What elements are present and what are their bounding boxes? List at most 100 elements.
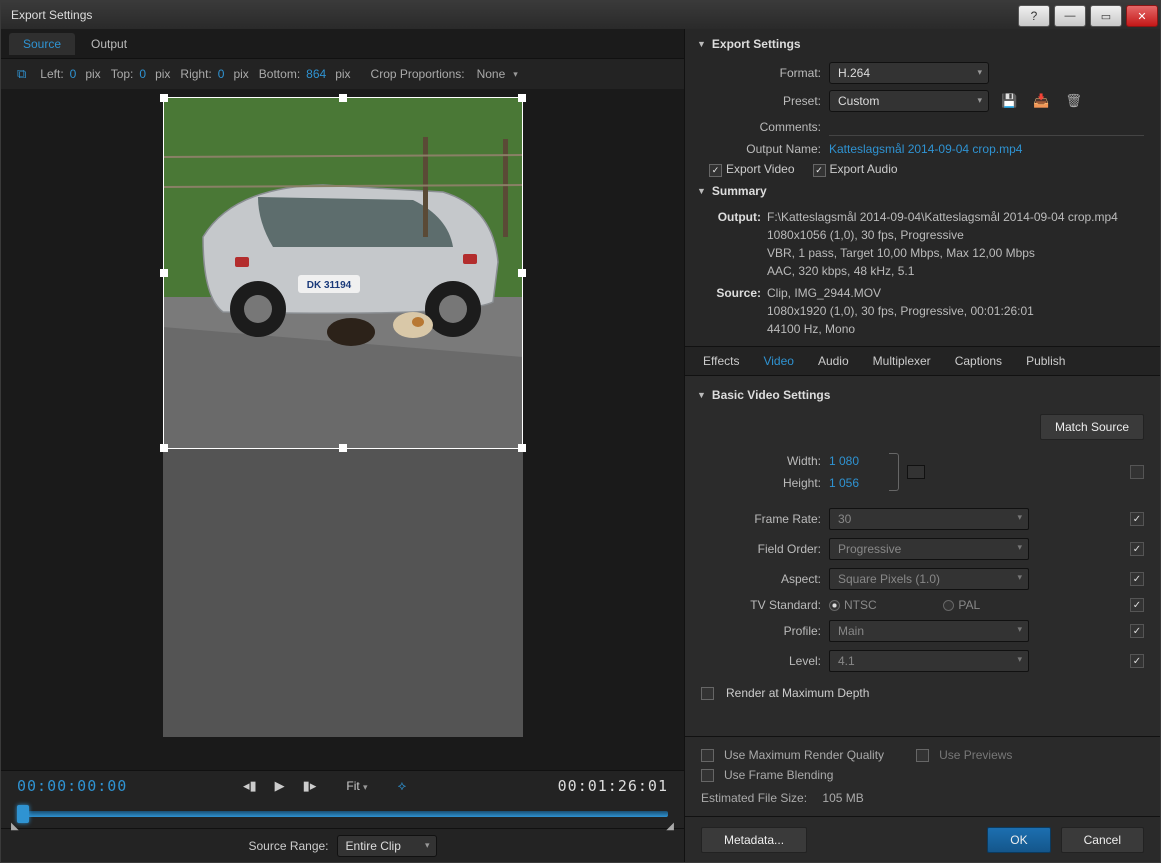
crop-bottom-value[interactable]: 864 <box>306 67 326 81</box>
current-timecode[interactable]: 00:00:00:00 <box>17 777 127 795</box>
aspect-dropdown[interactable]: Square Pixels (1.0) <box>829 568 1029 590</box>
dim-match-checkbox[interactable] <box>1130 465 1144 479</box>
import-preset-icon[interactable]: 📥 <box>1029 91 1053 111</box>
tab-source[interactable]: Source <box>9 33 75 55</box>
titlebar[interactable]: Export Settings ? — ▭ ✕ <box>1 1 1160 29</box>
filesize-label: Estimated File Size: <box>701 791 807 805</box>
ok-button[interactable]: OK <box>987 827 1050 853</box>
crop-handle-bl[interactable] <box>160 444 168 452</box>
crop-handle-tc[interactable] <box>339 94 347 102</box>
export-audio-label: Export Audio <box>830 162 898 176</box>
width-value[interactable]: 1 080 <box>829 454 869 468</box>
crop-left-unit: pix <box>85 67 100 81</box>
crop-handle-br[interactable] <box>518 444 526 452</box>
crop-handle-tr[interactable] <box>518 94 526 102</box>
maxdepth-checkbox[interactable] <box>701 687 714 700</box>
summary-source-text: Clip, IMG_2944.MOV 1080x1920 (1,0), 30 f… <box>767 284 1034 338</box>
minimize-button[interactable]: — <box>1054 5 1086 27</box>
comments-input[interactable] <box>829 118 1144 136</box>
settings-pane: ▼ Export Settings Format: H.264 Preset: … <box>685 29 1160 862</box>
crop-right-label: Right: <box>180 67 211 81</box>
timeline-track[interactable]: ◣ ◢ <box>17 811 668 817</box>
tab-publish[interactable]: Publish <box>1016 350 1075 372</box>
export-audio-checkbox[interactable] <box>813 164 826 177</box>
fieldorder-match-checkbox[interactable] <box>1130 542 1144 556</box>
crop-icon[interactable]: ⧉ <box>13 64 30 84</box>
previews-checkbox[interactable] <box>916 749 929 762</box>
help-button[interactable]: ? <box>1018 5 1050 27</box>
export-video-checkbox[interactable] <box>709 164 722 177</box>
preset-label: Preset: <box>701 94 821 108</box>
metadata-button[interactable]: Metadata... <box>701 827 807 853</box>
match-source-button[interactable]: Match Source <box>1040 414 1144 440</box>
crop-proportions-dropdown[interactable]: None▾ <box>471 65 524 83</box>
aspect-match-checkbox[interactable] <box>1130 572 1144 586</box>
crop-left-label: Left: <box>40 67 63 81</box>
source-range-dropdown[interactable]: Entire Clip <box>337 835 437 857</box>
preset-dropdown[interactable]: Custom <box>829 90 989 112</box>
outputname-label: Output Name: <box>701 142 821 156</box>
timeline[interactable]: ◣ ◢ <box>1 800 684 828</box>
tvstd-match-checkbox[interactable] <box>1130 598 1144 612</box>
outputname-link[interactable]: Katteslagsmål 2014-09-04 crop.mp4 <box>829 142 1022 156</box>
window-title: Export Settings <box>11 8 92 22</box>
tab-effects[interactable]: Effects <box>693 350 749 372</box>
play-button-icon[interactable]: ▶ <box>271 776 289 796</box>
crop-handle-bc[interactable] <box>339 444 347 452</box>
summary-output-label: Output: <box>701 208 761 280</box>
crop-bottom-label: Bottom: <box>259 67 300 81</box>
pal-radio[interactable] <box>943 600 954 611</box>
crop-handle-ml[interactable] <box>160 269 168 277</box>
crop-handle-tl[interactable] <box>160 94 168 102</box>
profile-match-checkbox[interactable] <box>1130 624 1144 638</box>
tab-video[interactable]: Video <box>753 350 803 372</box>
tab-captions[interactable]: Captions <box>945 350 1012 372</box>
tab-output[interactable]: Output <box>77 33 141 55</box>
maxrender-label: Use Maximum Render Quality <box>724 748 884 762</box>
fieldorder-dropdown[interactable]: Progressive <box>829 538 1029 560</box>
level-dropdown[interactable]: 4.1 <box>829 650 1029 672</box>
height-value[interactable]: 1 056 <box>829 476 869 490</box>
crop-bottom-unit: pix <box>335 67 350 81</box>
profile-dropdown[interactable]: Main <box>829 620 1029 642</box>
link-toggle[interactable] <box>907 465 925 479</box>
crop-rect[interactable] <box>163 97 523 449</box>
preview-image[interactable]: DK 31194 <box>163 97 523 737</box>
comments-label: Comments: <box>701 120 821 134</box>
format-label: Format: <box>701 66 821 80</box>
frameblend-checkbox[interactable] <box>701 769 714 782</box>
crop-right-value[interactable]: 0 <box>218 67 225 81</box>
framerate-dropdown[interactable]: 30 <box>829 508 1029 530</box>
export-settings-header[interactable]: ▼ Export Settings <box>685 29 1160 59</box>
crop-handle-mr[interactable] <box>518 269 526 277</box>
framerate-match-checkbox[interactable] <box>1130 512 1144 526</box>
zoom-dropdown[interactable]: Fit ▾ <box>330 777 383 795</box>
preview-area[interactable]: DK 31194 <box>1 89 684 770</box>
link-dimensions-icon[interactable] <box>889 453 899 491</box>
video-settings-area: ▼ Basic Video Settings Match Source Widt… <box>685 376 1160 736</box>
summary-header[interactable]: ▼ Summary <box>685 180 1160 206</box>
level-match-checkbox[interactable] <box>1130 654 1144 668</box>
cancel-button[interactable]: Cancel <box>1061 827 1144 853</box>
close-button[interactable]: ✕ <box>1126 5 1158 27</box>
delete-preset-icon[interactable]: 🗑 <box>1061 91 1086 111</box>
width-label: Width: <box>701 454 821 468</box>
aspect-correction-icon[interactable]: ⟡ <box>394 776 411 796</box>
maximize-button[interactable]: ▭ <box>1090 5 1122 27</box>
crop-left-value[interactable]: 0 <box>70 67 77 81</box>
crop-top-value[interactable]: 0 <box>139 67 146 81</box>
maxrender-checkbox[interactable] <box>701 749 714 762</box>
crop-proportions-label: Crop Proportions: <box>371 67 465 81</box>
preview-tabs: Source Output <box>1 29 684 59</box>
tab-multiplexer[interactable]: Multiplexer <box>863 350 941 372</box>
collapse-icon: ▼ <box>697 186 706 196</box>
ntsc-radio[interactable] <box>829 600 840 611</box>
level-label: Level: <box>701 654 821 668</box>
summary-block: Output: F:\Katteslagsmål 2014-09-04\Katt… <box>685 206 1160 346</box>
format-dropdown[interactable]: H.264 <box>829 62 989 84</box>
play-next-icon[interactable]: ▮▸ <box>299 776 321 796</box>
tab-audio[interactable]: Audio <box>808 350 859 372</box>
save-preset-icon[interactable]: 💾 <box>997 91 1021 111</box>
play-prev-icon[interactable]: ◂▮ <box>239 776 261 796</box>
basic-video-header[interactable]: ▼ Basic Video Settings <box>685 380 1160 410</box>
